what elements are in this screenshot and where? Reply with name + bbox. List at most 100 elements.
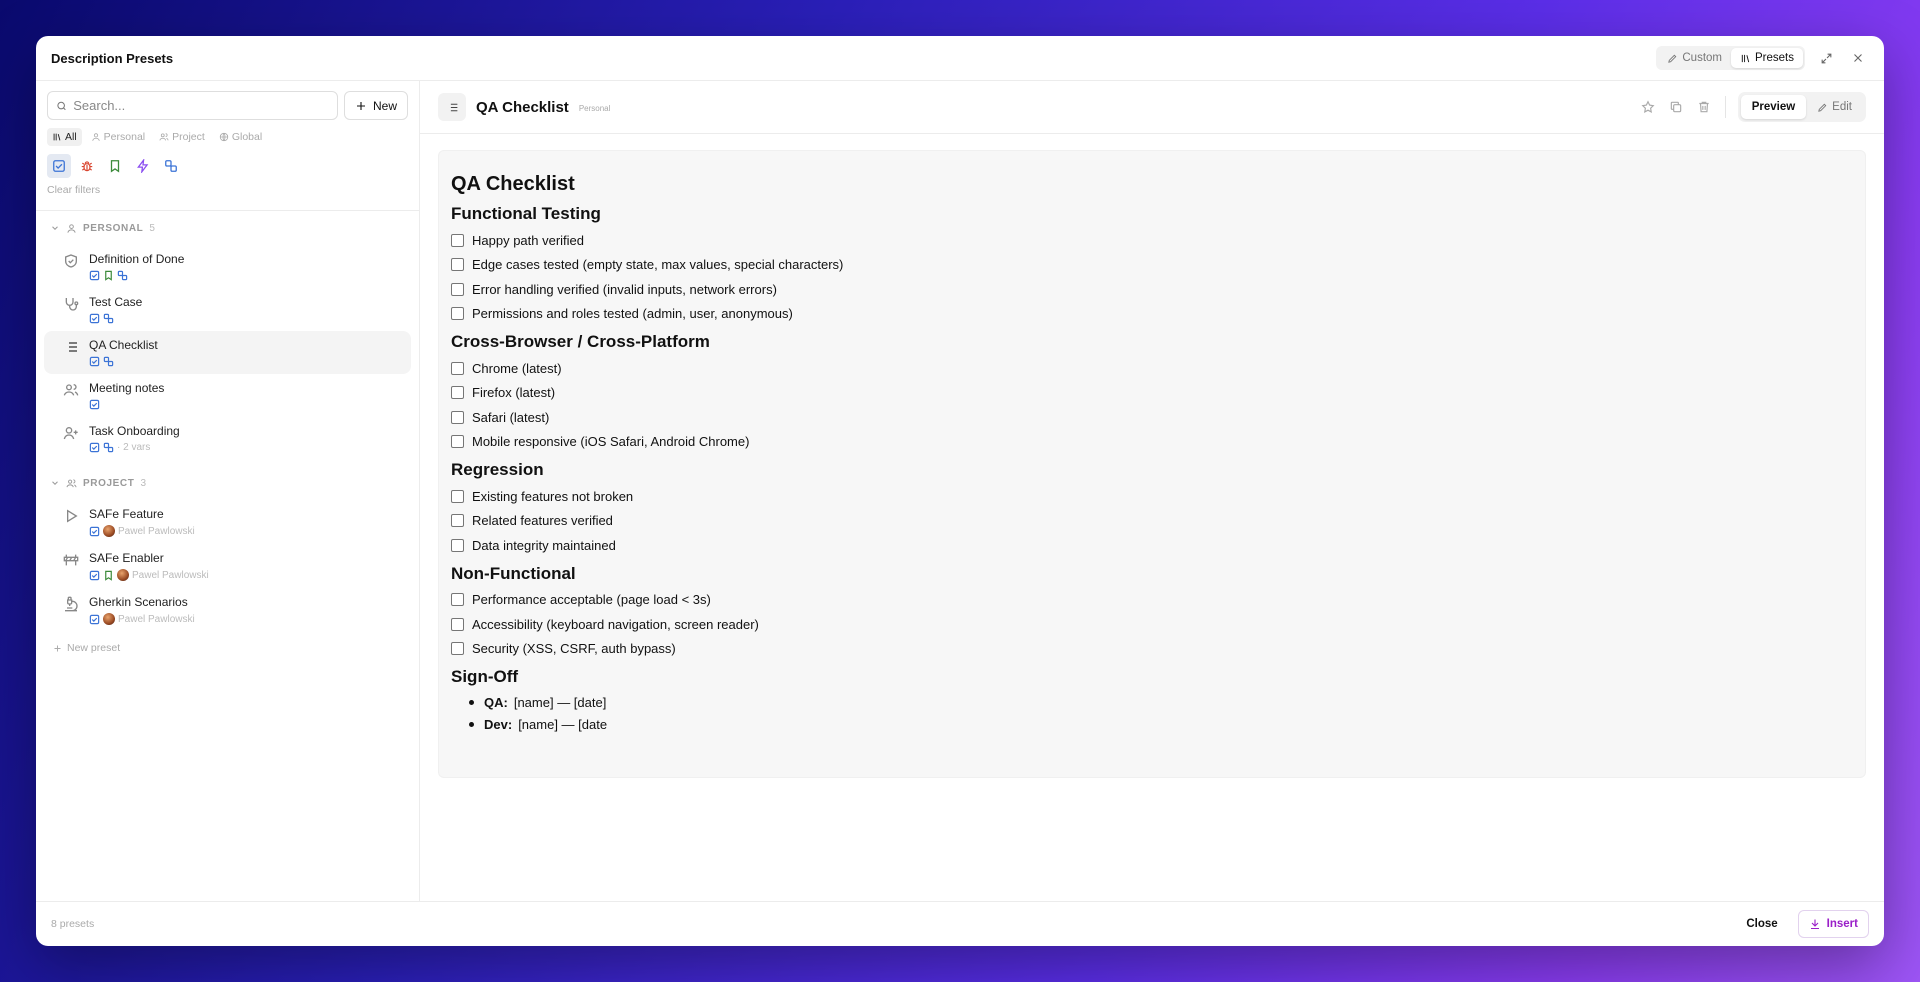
clear-filters-link[interactable]: Clear filters	[36, 178, 419, 200]
globe-icon	[219, 132, 228, 142]
checklist-item[interactable]: Edge cases tested (empty state, max valu…	[451, 253, 1853, 278]
download-icon	[1810, 919, 1819, 930]
checkbox-icon	[89, 356, 100, 367]
checkbox[interactable]	[451, 642, 464, 656]
presets-tab[interactable]: Presets	[1731, 48, 1803, 68]
expand-button[interactable]	[1815, 47, 1837, 69]
checkbox[interactable]	[451, 361, 464, 375]
type-bug[interactable]	[75, 154, 99, 178]
close-button[interactable]: Close	[1740, 912, 1783, 936]
checkbox[interactable]	[451, 617, 464, 631]
delete-button[interactable]	[1695, 98, 1713, 116]
checklist-item[interactable]: Error handling verified (invalid inputs,…	[451, 277, 1853, 302]
checklist-item[interactable]: Permissions and roles tested (admin, use…	[451, 302, 1853, 327]
type-subtask[interactable]	[159, 154, 183, 178]
insert-button[interactable]: Insert	[1797, 910, 1869, 938]
checklist-item[interactable]: Performance acceptable (page load < 3s)	[451, 588, 1853, 613]
checklist-item[interactable]: Happy path verified	[451, 228, 1853, 253]
checklist-item[interactable]: Existing features not broken	[451, 484, 1853, 509]
pencil-icon	[1818, 103, 1827, 112]
checkbox[interactable]	[451, 435, 464, 449]
checkbox[interactable]	[451, 386, 464, 400]
checkbox[interactable]	[451, 489, 464, 503]
preset-item[interactable]: Meeting notes	[44, 374, 411, 417]
library-icon	[1741, 54, 1750, 62]
stethoscope-icon	[65, 298, 79, 311]
scope-personal[interactable]: Personal	[86, 128, 150, 146]
preview-tab[interactable]: Preview	[1740, 95, 1807, 119]
preset-title: QA Checklist	[476, 98, 569, 116]
new-preset-link[interactable]: New preset	[36, 632, 419, 664]
checklist-item[interactable]: Security (XSS, CSRF, auth bypass)	[451, 637, 1853, 662]
type-story[interactable]	[103, 154, 127, 178]
search-box	[47, 91, 338, 120]
preset-item[interactable]: Definition of Done	[44, 245, 411, 288]
checkbox-icon	[89, 442, 100, 453]
author-name: Pawel Pawlowski	[118, 525, 195, 537]
checklist-item[interactable]: Chrome (latest)	[451, 356, 1853, 381]
checkbox[interactable]	[451, 538, 464, 552]
type-epic[interactable]	[131, 154, 155, 178]
checkbox[interactable]	[451, 307, 464, 321]
users-icon	[63, 384, 79, 396]
preset-item[interactable]: SAFe Enabler Pawel Pawlowski	[44, 544, 411, 588]
preset-item[interactable]: Test Case	[44, 288, 411, 331]
section-heading: Cross-Browser / Cross-Platform	[451, 332, 710, 351]
signoff-dev: Dev: [name] — [date	[469, 713, 1853, 735]
checkbox[interactable]	[451, 233, 464, 247]
list-icon	[447, 103, 457, 111]
group-header-project[interactable]: PROJECT 3	[36, 466, 419, 500]
signoff-list: QA: [name] — [date] Dev: [name] — [date	[451, 691, 1853, 735]
close-modal-button[interactable]	[1847, 47, 1869, 69]
microscope-icon	[65, 596, 78, 612]
subtask-icon	[103, 356, 114, 367]
checkbox[interactable]	[451, 258, 464, 272]
preset-type-icon-box	[438, 93, 466, 121]
checkbox[interactable]	[451, 593, 464, 607]
scope-global[interactable]: Global	[214, 128, 267, 146]
checklist-item[interactable]: Data integrity maintained	[451, 533, 1853, 558]
type-checklist[interactable]	[47, 154, 71, 178]
sidebar: New All Personal Project Glob	[36, 81, 420, 901]
duplicate-button[interactable]	[1667, 98, 1685, 116]
checklist-item[interactable]: Mobile responsive (iOS Safari, Android C…	[451, 430, 1853, 455]
type-filter	[36, 146, 419, 178]
avatar	[103, 613, 115, 625]
chevron-down-icon	[52, 226, 58, 230]
checklist-item[interactable]: Accessibility (keyboard navigation, scre…	[451, 612, 1853, 637]
shield-check-icon	[65, 254, 77, 268]
users-icon	[159, 133, 169, 141]
checkbox[interactable]	[451, 514, 464, 528]
scope-project[interactable]: Project	[154, 128, 210, 146]
bolt-icon	[137, 159, 149, 173]
modal-header: Description Presets Custom Presets	[36, 36, 1884, 81]
vars-count: · 2 vars	[117, 442, 151, 453]
preset-item-selected[interactable]: QA Checklist	[44, 331, 411, 374]
preset-item[interactable]: Gherkin Scenarios Pawel Pawlowski	[44, 588, 411, 632]
user-plus-icon	[63, 427, 78, 440]
checklist-item[interactable]: Related features verified	[451, 509, 1853, 534]
custom-tab[interactable]: Custom	[1658, 48, 1731, 68]
scope-all[interactable]: All	[47, 128, 82, 146]
list-icon	[65, 342, 77, 352]
checklist-item[interactable]: Firefox (latest)	[451, 381, 1853, 406]
modal-footer: 8 presets Close Insert	[36, 901, 1884, 946]
preset-item[interactable]: SAFe Feature Pawel Pawlowski	[44, 500, 411, 544]
checkbox[interactable]	[451, 282, 464, 296]
star-icon	[1641, 100, 1655, 113]
bug-icon	[81, 161, 93, 172]
checklist-item[interactable]: Safari (latest)	[451, 405, 1853, 430]
subtask-icon	[103, 313, 114, 324]
checkbox-icon	[89, 614, 100, 624]
new-preset-button[interactable]: New	[343, 91, 408, 120]
preset-item[interactable]: Task Onboarding · 2 vars	[44, 417, 411, 460]
checkbox-icon	[89, 399, 100, 410]
favorite-button[interactable]	[1639, 98, 1657, 116]
pencil-icon	[1668, 54, 1677, 63]
edit-tab[interactable]: Edit	[1806, 95, 1863, 119]
group-header-personal[interactable]: PERSONAL 5	[36, 211, 419, 245]
checkbox-icon	[89, 570, 100, 580]
checkbox[interactable]	[451, 410, 464, 424]
search-input[interactable]	[73, 98, 329, 113]
subtask-icon	[103, 442, 114, 453]
